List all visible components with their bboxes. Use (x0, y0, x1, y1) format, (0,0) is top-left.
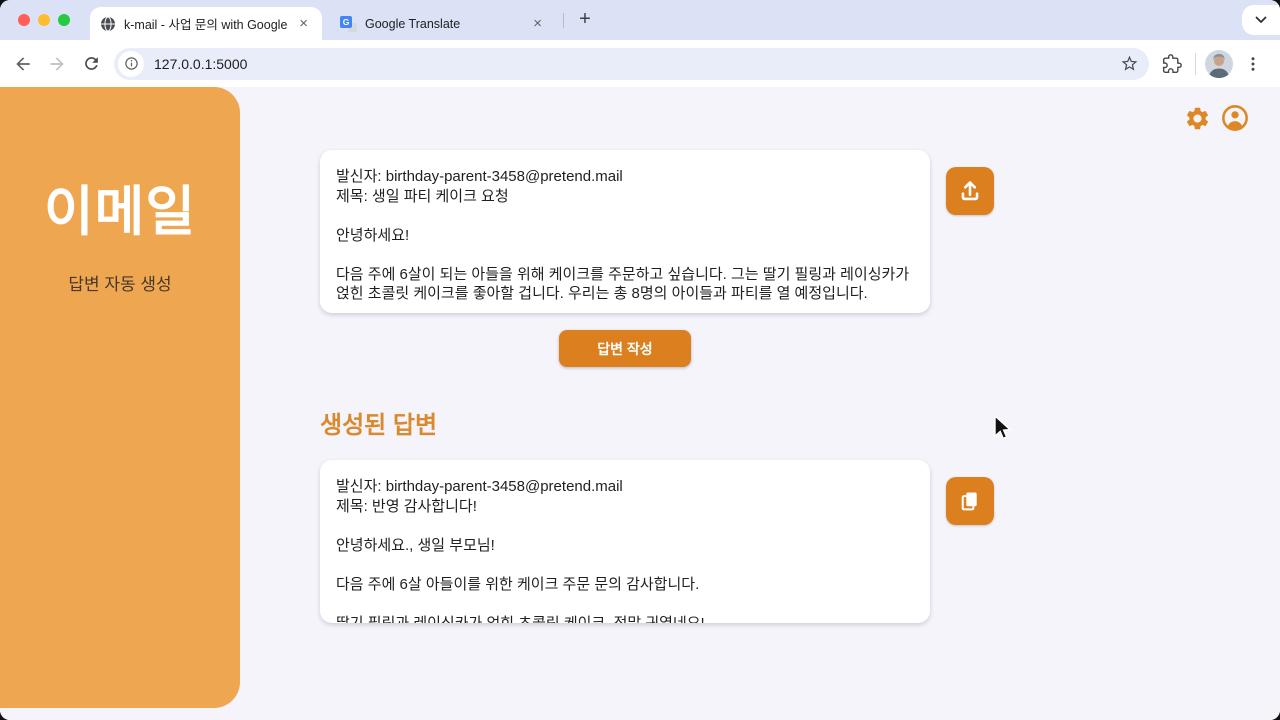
tab-strip: k-mail - 사업 문의 with Google × G Google Tr… (0, 0, 1280, 40)
generated-email-card: 발신자: birthday-parent-3458@pretend.mail 제… (320, 460, 930, 623)
puzzle-icon (1162, 54, 1182, 74)
traffic-lights (18, 14, 70, 26)
copy-button[interactable] (946, 477, 994, 525)
kebab-icon (1244, 55, 1262, 73)
profile-avatar-button[interactable] (1202, 47, 1236, 81)
app-title: 이메일 (0, 167, 240, 246)
globe-icon (100, 16, 116, 32)
close-window-button[interactable] (18, 14, 30, 26)
chevron-down-icon (1255, 16, 1267, 24)
app-subtitle: 답변 자동 생성 (0, 270, 240, 295)
bookmark-button[interactable] (1120, 54, 1139, 73)
generated-reply-heading: 생성된 답변 (320, 405, 437, 440)
tab-title: Google Translate (365, 17, 460, 31)
new-tab-button[interactable]: + (572, 7, 598, 33)
mouse-cursor (988, 412, 1014, 447)
page-content: 이메일 답변 자동 생성 발신자: birthday-parent-3458@p… (0, 87, 1280, 720)
extensions-button[interactable] (1155, 47, 1189, 81)
google-translate-icon: G (340, 16, 357, 32)
tab-google-translate[interactable]: G Google Translate × (330, 7, 556, 40)
site-info-button[interactable] (118, 51, 144, 77)
compose-reply-button[interactable]: 답변 작성 (559, 330, 691, 367)
tab-title: k-mail - 사업 문의 with Google (124, 14, 287, 33)
sidebar: 이메일 답변 자동 생성 (0, 87, 240, 708)
gear-icon (1184, 105, 1211, 132)
tab-close-button[interactable]: × (529, 14, 546, 33)
toolbar-divider (1195, 53, 1196, 75)
settings-button[interactable] (1184, 105, 1211, 132)
tab-close-button[interactable]: × (295, 14, 312, 33)
forward-button[interactable] (40, 47, 74, 81)
incoming-email-card: 발신자: birthday-parent-3458@pretend.mail 제… (320, 150, 930, 313)
reload-icon (82, 54, 101, 73)
tab-divider (563, 13, 564, 28)
reload-button[interactable] (74, 47, 108, 81)
zoom-window-button[interactable] (58, 14, 70, 26)
back-button[interactable] (6, 47, 40, 81)
copy-icon (957, 488, 983, 514)
info-icon (124, 56, 139, 71)
tab-search-button[interactable] (1242, 5, 1280, 35)
browser-toolbar: 127.0.0.1:5000 (0, 40, 1280, 87)
browser-window: k-mail - 사업 문의 with Google × G Google Tr… (0, 0, 1280, 720)
incoming-email-text: 발신자: birthday-parent-3458@pretend.mail 제… (336, 167, 914, 304)
upload-button[interactable] (946, 167, 994, 215)
account-icon (1221, 104, 1249, 132)
generated-email-text: 발신자: birthday-parent-3458@pretend.mail 제… (336, 477, 914, 623)
back-arrow-icon (13, 54, 33, 74)
tab-kmail[interactable]: k-mail - 사업 문의 with Google × (90, 7, 322, 40)
avatar (1205, 50, 1233, 78)
url-text: 127.0.0.1:5000 (154, 56, 247, 72)
header-icons (1184, 104, 1249, 132)
forward-arrow-icon (47, 54, 67, 74)
address-bar[interactable]: 127.0.0.1:5000 (114, 48, 1149, 80)
minimize-window-button[interactable] (38, 14, 50, 26)
upload-icon (957, 178, 983, 204)
browser-menu-button[interactable] (1236, 47, 1270, 81)
star-icon (1120, 54, 1139, 73)
account-button[interactable] (1221, 104, 1249, 132)
